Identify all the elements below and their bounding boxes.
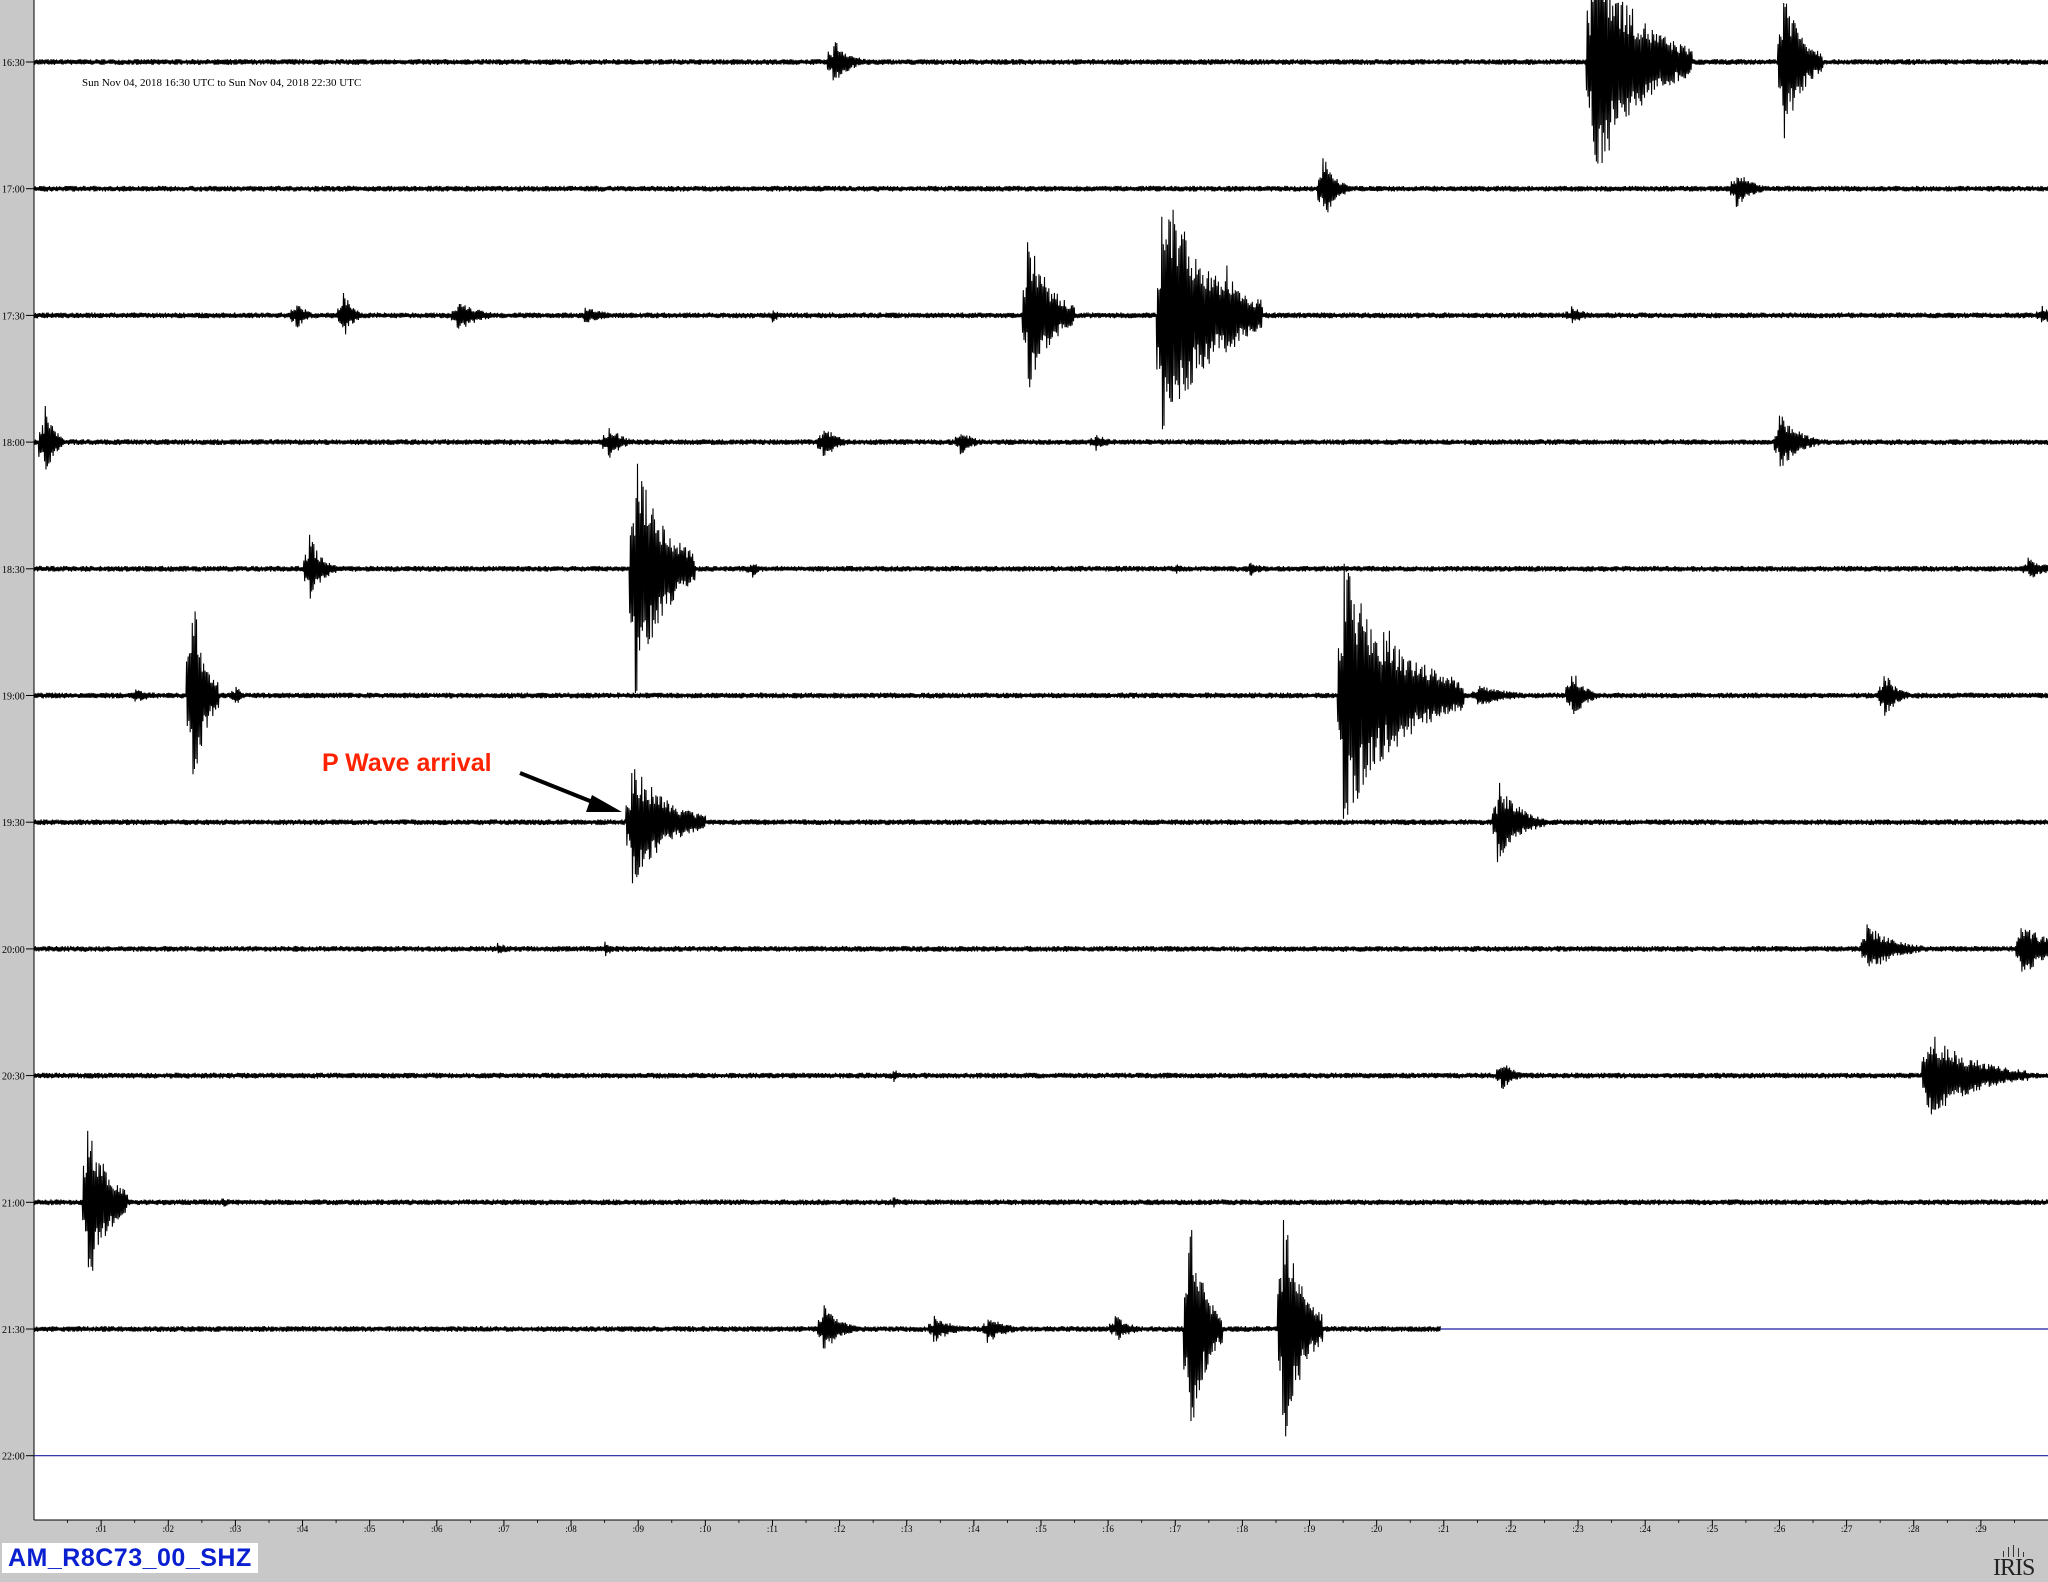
row-time-label: 22:00: [2, 1452, 25, 1463]
row-time-label: 17:00: [2, 185, 25, 196]
x-tick-label: :19: [1304, 1524, 1316, 1534]
x-tick-label: :18: [1237, 1524, 1249, 1534]
helicorder-plot: 16:30 17:00 17:30 18:00 18:30 19:00 19:30 20:00…: [2, 0, 2048, 1534]
x-tick-label: :27: [1841, 1524, 1853, 1534]
x-tick-label: :07: [498, 1524, 510, 1534]
x-tick-label: :26: [1774, 1524, 1786, 1534]
row-time-label: 21:00: [2, 1198, 25, 1209]
x-tick-label: :12: [834, 1524, 846, 1534]
x-tick-label: :11: [767, 1524, 778, 1534]
station-label: AM_R8C73_00_SHZ: [2, 1543, 258, 1573]
logo-text: IRIS: [1993, 1555, 2035, 1581]
iris-logo: IRIS: [1993, 1545, 2043, 1581]
row-time-label: 17:30: [2, 311, 25, 322]
x-tick-label: :24: [1639, 1524, 1651, 1534]
x-tick-label: :08: [565, 1524, 577, 1534]
x-tick-label: :25: [1707, 1524, 1719, 1534]
row-time-label: 18:30: [2, 565, 25, 576]
x-tick-label: :14: [968, 1524, 980, 1534]
x-tick-label: :03: [230, 1524, 242, 1534]
row-time-label: 21:30: [2, 1325, 25, 1336]
row-time-label: 19:00: [2, 692, 25, 703]
x-tick-label: :05: [364, 1524, 376, 1534]
x-tick-label: :23: [1572, 1524, 1584, 1534]
x-tick-label: :21: [1438, 1524, 1450, 1534]
x-tick-label: :06: [431, 1524, 443, 1534]
x-tick-label: :13: [901, 1524, 913, 1534]
x-tick-label: :29: [1975, 1524, 1987, 1534]
x-tick-label: :16: [1102, 1524, 1114, 1534]
x-tick-label: :28: [1908, 1524, 1920, 1534]
row-time-label: 18:00: [2, 438, 25, 449]
date-range-title: Sun Nov 04, 2018 16:30 UTC to Sun Nov 04…: [82, 77, 361, 89]
x-tick-label: :10: [700, 1524, 712, 1534]
x-tick-label: :09: [632, 1524, 644, 1534]
row-time-label: 19:30: [2, 818, 25, 829]
x-tick-label: :15: [1035, 1524, 1047, 1534]
row-time-label: 20:30: [2, 1072, 25, 1083]
x-tick-label: :22: [1505, 1524, 1517, 1534]
row-time-label: 16:30: [2, 58, 25, 69]
p-wave-label: P Wave arrival: [322, 749, 492, 777]
row-time-label: 20:00: [2, 945, 25, 956]
x-tick-label: :20: [1371, 1524, 1383, 1534]
x-tick-label: :17: [1170, 1524, 1182, 1534]
x-tick-label: :01: [95, 1524, 107, 1534]
x-tick-label: :02: [163, 1524, 175, 1534]
x-tick-label: :04: [297, 1524, 309, 1534]
